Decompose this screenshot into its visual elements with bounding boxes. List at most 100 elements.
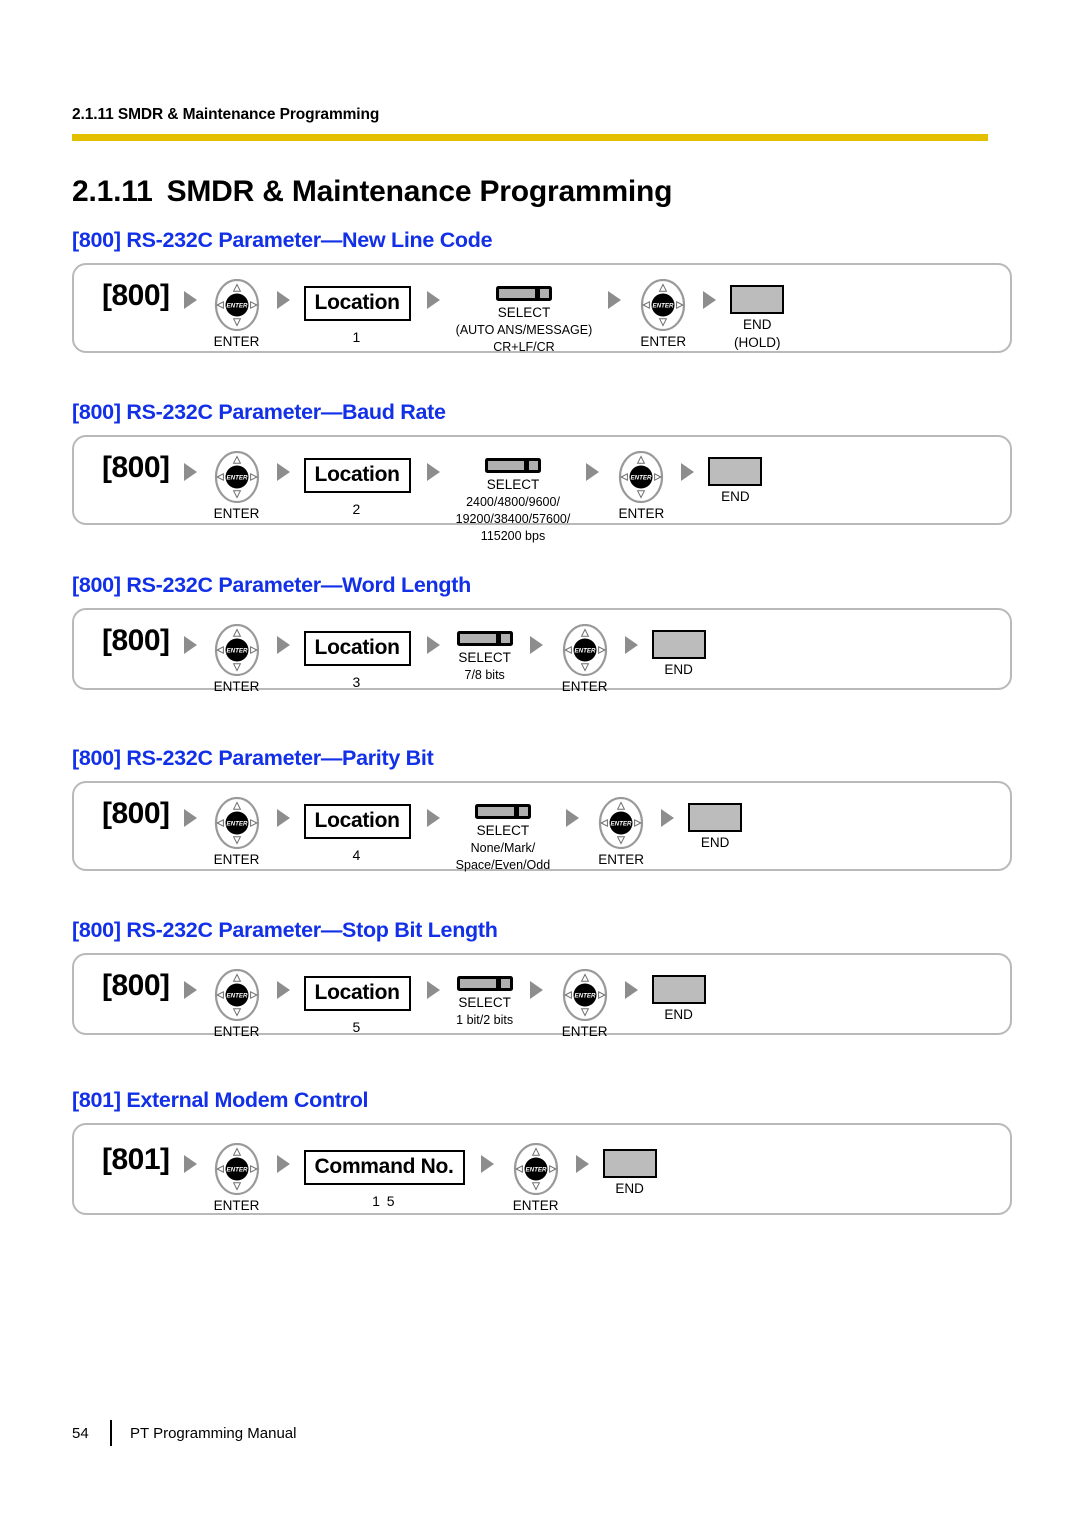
- enter-key-label: ENTER: [512, 1198, 559, 1213]
- step-feature-code: [800]: [102, 451, 170, 485]
- step-end-key[interactable]: END: [651, 975, 706, 1022]
- page-title: 2.1.11 SMDR & Maintenance Programming: [72, 175, 673, 209]
- flow-arrow-icon: [426, 463, 440, 481]
- flow-arrow-icon: [183, 981, 197, 999]
- section-word-length: [800] RS-232C Parameter—Word Length [800…: [72, 573, 1012, 694]
- end-hold-key-icon[interactable]: [602, 1149, 657, 1178]
- value-box: Location: [303, 458, 411, 493]
- procedure-flow-box: [801] ENTER ENTER Command No. 1 5 ENTER …: [72, 1123, 1012, 1215]
- navigator-enter-icon[interactable]: ENTER: [510, 1143, 562, 1195]
- flow-arrow-icon: [426, 809, 440, 827]
- select-option-line: 2400/4800/9600/: [466, 495, 560, 509]
- procedure-flow-box: [800] ENTER: [72, 435, 1012, 543]
- enter-key-label: ENTER: [213, 1024, 260, 1039]
- step-select-key[interactable]: SELECT 2400/4800/9600/ 19200/38400/57600…: [455, 457, 571, 543]
- flow-arrow-icon: [276, 981, 290, 999]
- navigator-enter-icon[interactable]: ENTER: [211, 624, 263, 676]
- select-option-line: 115200 bps: [480, 529, 546, 543]
- step-enter-key-2[interactable]: ENTER ENTER: [637, 279, 689, 349]
- step-enter-key-1[interactable]: ENTER ENTER: [211, 969, 263, 1039]
- end-hold-key-icon[interactable]: [708, 457, 763, 486]
- step-enter-key-1[interactable]: ENTER ENTER: [211, 1143, 263, 1213]
- select-option-line: None/Mark/: [470, 841, 536, 855]
- step-enter-key-1[interactable]: ENTER ENTER: [211, 279, 263, 349]
- flow-arrow-icon: [566, 809, 580, 827]
- step-feature-code: [800]: [102, 797, 170, 831]
- flow-arrow-icon: [426, 291, 440, 309]
- step-location-value: Location 1: [303, 286, 411, 345]
- step-enter-key-2[interactable]: ENTER ENTER: [615, 451, 667, 521]
- step-enter-key-2[interactable]: ENTER ENTER: [559, 624, 611, 694]
- svg-text:ENTER: ENTER: [226, 474, 248, 481]
- enter-key-label: ENTER: [561, 1024, 608, 1039]
- svg-text:ENTER: ENTER: [574, 647, 596, 654]
- end-hold-key-icon[interactable]: [730, 285, 785, 314]
- enter-key-label: ENTER: [213, 852, 260, 867]
- navigator-enter-icon[interactable]: ENTER: [637, 279, 689, 331]
- step-enter-key-1[interactable]: ENTER ENTER: [211, 624, 263, 694]
- step-enter-key-2[interactable]: ENTER ENTER: [559, 969, 611, 1039]
- step-enter-key-1[interactable]: ENTER ENTER: [211, 797, 263, 867]
- flow-arrow-icon: [426, 636, 440, 654]
- step-feature-code: [800]: [102, 969, 170, 1003]
- step-select-key[interactable]: SELECT (AUTO ANS/MESSAGE) CR+LF/CR: [456, 285, 592, 354]
- select-softkey-icon[interactable]: [456, 630, 514, 647]
- value-box: Command No.: [303, 1150, 465, 1185]
- step-select-key[interactable]: SELECT None/Mark/ Space/Even/Odd: [456, 803, 550, 872]
- select-softkey-icon[interactable]: [456, 975, 514, 992]
- procedure-flow-box: [800] ENTER: [72, 263, 1012, 354]
- procedure-flow-box: [800] ENTER: [72, 953, 1012, 1039]
- enter-key-label: ENTER: [213, 506, 260, 521]
- select-option-line: 1 bit/2 bits: [456, 1013, 514, 1027]
- flow-arrow-icon: [703, 291, 717, 309]
- navigator-enter-icon[interactable]: ENTER: [211, 969, 263, 1021]
- feature-code-text: [800]: [102, 797, 170, 830]
- enter-key-label: ENTER: [213, 679, 260, 694]
- end-hold-key-icon[interactable]: [651, 630, 706, 659]
- feature-code-text: [800]: [102, 624, 170, 657]
- step-end-key[interactable]: END: [602, 1149, 657, 1196]
- step-end-key[interactable]: END (HOLD): [730, 285, 785, 350]
- navigator-enter-icon[interactable]: ENTER: [211, 797, 263, 849]
- select-option-line: 19200/38400/57600/: [455, 512, 571, 526]
- section-stop-bit-length: [800] RS-232C Parameter—Stop Bit Length …: [72, 918, 1012, 1039]
- feature-code-text: [800]: [102, 969, 170, 1002]
- navigator-enter-icon[interactable]: ENTER: [595, 797, 647, 849]
- select-softkey-icon[interactable]: [484, 457, 542, 474]
- flow-arrow-icon: [681, 463, 695, 481]
- value-box: Location: [303, 286, 411, 321]
- procedure-flow-box: [800] ENTER: [72, 781, 1012, 872]
- flow-arrow-icon: [608, 291, 622, 309]
- page-title-text: SMDR & Maintenance Programming: [166, 175, 673, 208]
- end-hold-key-icon[interactable]: [688, 803, 743, 832]
- end-hold-key-icon[interactable]: [651, 975, 706, 1004]
- step-feature-code: [800]: [102, 624, 170, 658]
- step-select-key[interactable]: SELECT 7/8 bits: [456, 630, 514, 682]
- flow-arrow-icon: [426, 981, 440, 999]
- navigator-enter-icon[interactable]: ENTER: [559, 624, 611, 676]
- step-enter-key-2[interactable]: ENTER ENTER: [595, 797, 647, 867]
- navigator-enter-icon[interactable]: ENTER: [211, 451, 263, 503]
- page-number: 54: [72, 1424, 89, 1442]
- navigator-enter-icon[interactable]: ENTER: [559, 969, 611, 1021]
- flow-arrow-icon: [661, 809, 675, 827]
- step-end-key[interactable]: END: [688, 803, 743, 850]
- enter-key-label: ENTER: [213, 1198, 260, 1213]
- end-key-label: END: [664, 1007, 693, 1022]
- navigator-enter-icon[interactable]: ENTER: [615, 451, 667, 503]
- footer-divider: [110, 1420, 112, 1446]
- feature-code-text: [800]: [102, 279, 170, 312]
- navigator-enter-icon[interactable]: ENTER: [211, 1143, 263, 1195]
- flow-arrow-icon: [529, 981, 543, 999]
- step-end-key[interactable]: END: [651, 630, 706, 677]
- select-softkey-icon[interactable]: [474, 803, 532, 820]
- select-key-label: SELECT: [476, 823, 530, 838]
- step-select-key[interactable]: SELECT 1 bit/2 bits: [456, 975, 514, 1027]
- navigator-enter-icon[interactable]: ENTER: [211, 279, 263, 331]
- step-enter-key-1[interactable]: ENTER ENTER: [211, 451, 263, 521]
- step-enter-key-2[interactable]: ENTER ENTER: [510, 1143, 562, 1213]
- select-softkey-icon[interactable]: [495, 285, 553, 302]
- step-end-key[interactable]: END: [708, 457, 763, 504]
- section-parity-bit: [800] RS-232C Parameter—Parity Bit [800]…: [72, 746, 1012, 872]
- step-location-value: Location 4: [303, 804, 411, 863]
